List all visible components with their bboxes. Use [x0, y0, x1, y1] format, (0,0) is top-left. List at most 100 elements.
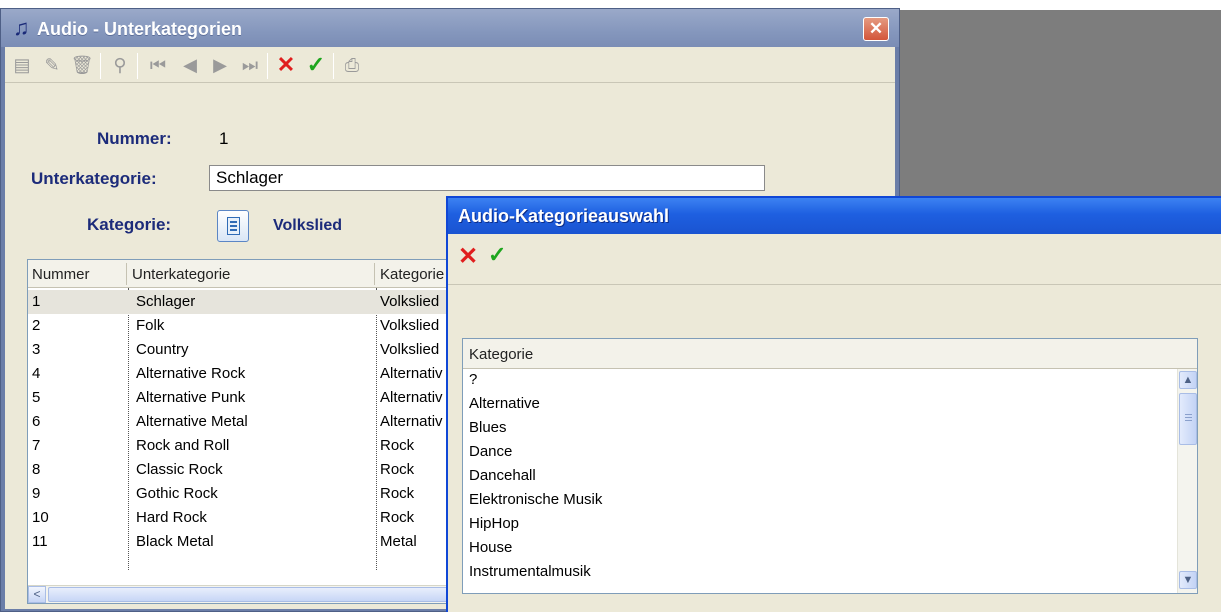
- cell-nummer: 2: [32, 317, 41, 334]
- cell-nummer: 3: [32, 341, 41, 358]
- print-icon[interactable]: ⎙: [339, 53, 365, 77]
- dialog-divider: [448, 284, 1221, 285]
- delete-icon[interactable]: 🗑: [69, 53, 95, 77]
- unterkategorien-table: Nummer Unterkategorie Kategorie 1 Schlage…: [27, 259, 467, 604]
- kategorie-list: Kategorie ? Alternative Blues Dance Dancehal…: [462, 338, 1198, 594]
- cell-kategorie: Volkslied: [380, 341, 440, 358]
- cell-kategorie: Alternativ: [380, 413, 443, 430]
- column-header-kategorie[interactable]: Kategorie: [380, 266, 444, 283]
- main-titlebar[interactable]: ♫ Audio - Unterkategorien ✕: [1, 9, 899, 47]
- nummer-value: 1: [219, 129, 229, 148]
- unterkategorie-input[interactable]: Schlager: [209, 165, 765, 191]
- table-row[interactable]: 8 Classic Rock Rock: [28, 458, 466, 482]
- cell-unterkategorie: Alternative Punk: [136, 389, 246, 406]
- cell-nummer: 7: [32, 437, 41, 454]
- column-header-nummer[interactable]: Nummer: [32, 266, 90, 283]
- scroll-left-icon[interactable]: <: [28, 586, 46, 603]
- dialog-confirm-icon[interactable]: ✓: [488, 242, 506, 268]
- kategorieauswahl-dialog: Audio-Kategorieauswahl ✕ ✓ Kategorie ? Al…: [446, 196, 1221, 612]
- cell-kategorie: Rock: [380, 461, 415, 478]
- cell-nummer: 10: [32, 509, 49, 526]
- list-item[interactable]: Blues: [469, 419, 507, 436]
- confirm-icon[interactable]: ✓: [303, 53, 329, 77]
- cell-unterkategorie: Alternative Metal: [136, 413, 248, 430]
- cell-kategorie: Alternativ: [380, 389, 443, 406]
- cell-unterkategorie: Rock and Roll: [136, 437, 230, 454]
- cell-unterkategorie: Gothic Rock: [136, 485, 218, 502]
- vertical-scrollbar[interactable]: ▲ ▼: [1177, 369, 1197, 593]
- cell-kategorie: Rock: [380, 437, 415, 454]
- toolbar-separator: [333, 53, 334, 79]
- scroll-up-icon[interactable]: ▲: [1179, 371, 1197, 389]
- list-item[interactable]: Elektronische Musik: [469, 491, 602, 508]
- cell-unterkategorie: Black Metal: [136, 533, 214, 550]
- cell-nummer: 8: [32, 461, 41, 478]
- cell-kategorie: Rock: [380, 485, 415, 502]
- table-row[interactable]: 11 Black Metal Metal: [28, 530, 466, 554]
- edit-icon[interactable]: ✎: [39, 53, 65, 77]
- table-row[interactable]: 10 Hard Rock Rock: [28, 506, 466, 530]
- search-icon[interactable]: ⚲: [107, 53, 133, 77]
- cell-nummer: 9: [32, 485, 41, 502]
- list-item[interactable]: Dance: [469, 443, 512, 460]
- list-item[interactable]: House: [469, 539, 512, 556]
- scrollbar-thumb[interactable]: [48, 587, 466, 602]
- cell-kategorie: Metal: [380, 533, 417, 550]
- dialog-title: Audio-Kategorieauswahl: [458, 206, 670, 226]
- kategorie-label: Kategorie:: [87, 215, 172, 234]
- list-item[interactable]: HipHop: [469, 515, 519, 532]
- cell-unterkategorie: Classic Rock: [136, 461, 223, 478]
- cell-nummer: 6: [32, 413, 41, 430]
- cell-unterkategorie: Hard Rock: [136, 509, 207, 526]
- cell-kategorie: Rock: [380, 509, 415, 526]
- list-item[interactable]: Alternative: [469, 395, 540, 412]
- table-row[interactable]: 1 Schlager Volkslied: [28, 290, 466, 314]
- horizontal-scrollbar[interactable]: <: [28, 585, 466, 603]
- cell-unterkategorie: Schlager: [136, 293, 196, 310]
- scrollbar-thumb[interactable]: [1179, 393, 1197, 445]
- column-divider[interactable]: [374, 263, 375, 285]
- cell-nummer: 11: [32, 533, 48, 550]
- list-item[interactable]: Dancehall: [469, 467, 536, 484]
- kategorie-picker-button[interactable]: [217, 210, 249, 242]
- cell-nummer: 4: [32, 365, 41, 382]
- cell-unterkategorie: Country: [136, 341, 189, 358]
- table-row[interactable]: 9 Gothic Rock Rock: [28, 482, 466, 506]
- music-note-icon: ♫: [13, 15, 30, 40]
- list-icon[interactable]: ▤: [9, 53, 35, 77]
- list-item[interactable]: ?: [469, 371, 477, 388]
- dialog-cancel-icon[interactable]: ✕: [458, 242, 478, 271]
- cell-nummer: 5: [32, 389, 41, 406]
- cell-kategorie: Alternativ: [380, 365, 443, 382]
- cell-kategorie: Volkslied: [380, 293, 440, 310]
- toolbar-separator: [137, 53, 138, 79]
- table-row[interactable]: 3 Country Volkslied: [28, 338, 466, 362]
- first-record-icon[interactable]: ⏮: [145, 53, 171, 77]
- table-header: Nummer Unterkategorie Kategorie: [28, 260, 466, 288]
- scroll-down-icon[interactable]: ▼: [1179, 571, 1197, 589]
- cell-nummer: 1: [32, 293, 41, 310]
- record-toolbar: ▤ ✎ 🗑 ⚲ ⏮ ◀ ▶ ⏭ ✕ ✓ ⎙: [5, 47, 895, 83]
- document-icon: [227, 217, 240, 235]
- column-divider[interactable]: [126, 263, 127, 285]
- last-record-icon[interactable]: ⏭: [237, 53, 263, 77]
- cancel-icon[interactable]: ✕: [273, 53, 299, 77]
- toolbar-separator: [100, 53, 101, 79]
- main-window-title: Audio - Unterkategorien: [37, 19, 243, 39]
- dialog-titlebar[interactable]: Audio-Kategorieauswahl: [448, 198, 1221, 234]
- table-row[interactable]: 6 Alternative Metal Alternativ: [28, 410, 466, 434]
- list-header: Kategorie: [463, 339, 1197, 369]
- list-item[interactable]: Instrumentalmusik: [469, 563, 591, 580]
- close-button[interactable]: ✕: [863, 17, 889, 41]
- table-row[interactable]: 4 Alternative Rock Alternativ: [28, 362, 466, 386]
- cell-unterkategorie: Alternative Rock: [136, 365, 246, 382]
- table-row[interactable]: 7 Rock and Roll Rock: [28, 434, 466, 458]
- cell-unterkategorie: Folk: [136, 317, 165, 334]
- column-header-kategorie[interactable]: Kategorie: [469, 346, 533, 363]
- table-row[interactable]: 2 Folk Volkslied: [28, 314, 466, 338]
- table-row[interactable]: 5 Alternative Punk Alternativ: [28, 386, 466, 410]
- previous-record-icon[interactable]: ◀: [177, 53, 203, 77]
- unterkategorie-label: Unterkategorie:: [31, 169, 157, 188]
- column-header-unterkategorie[interactable]: Unterkategorie: [132, 266, 230, 283]
- next-record-icon[interactable]: ▶: [207, 53, 233, 77]
